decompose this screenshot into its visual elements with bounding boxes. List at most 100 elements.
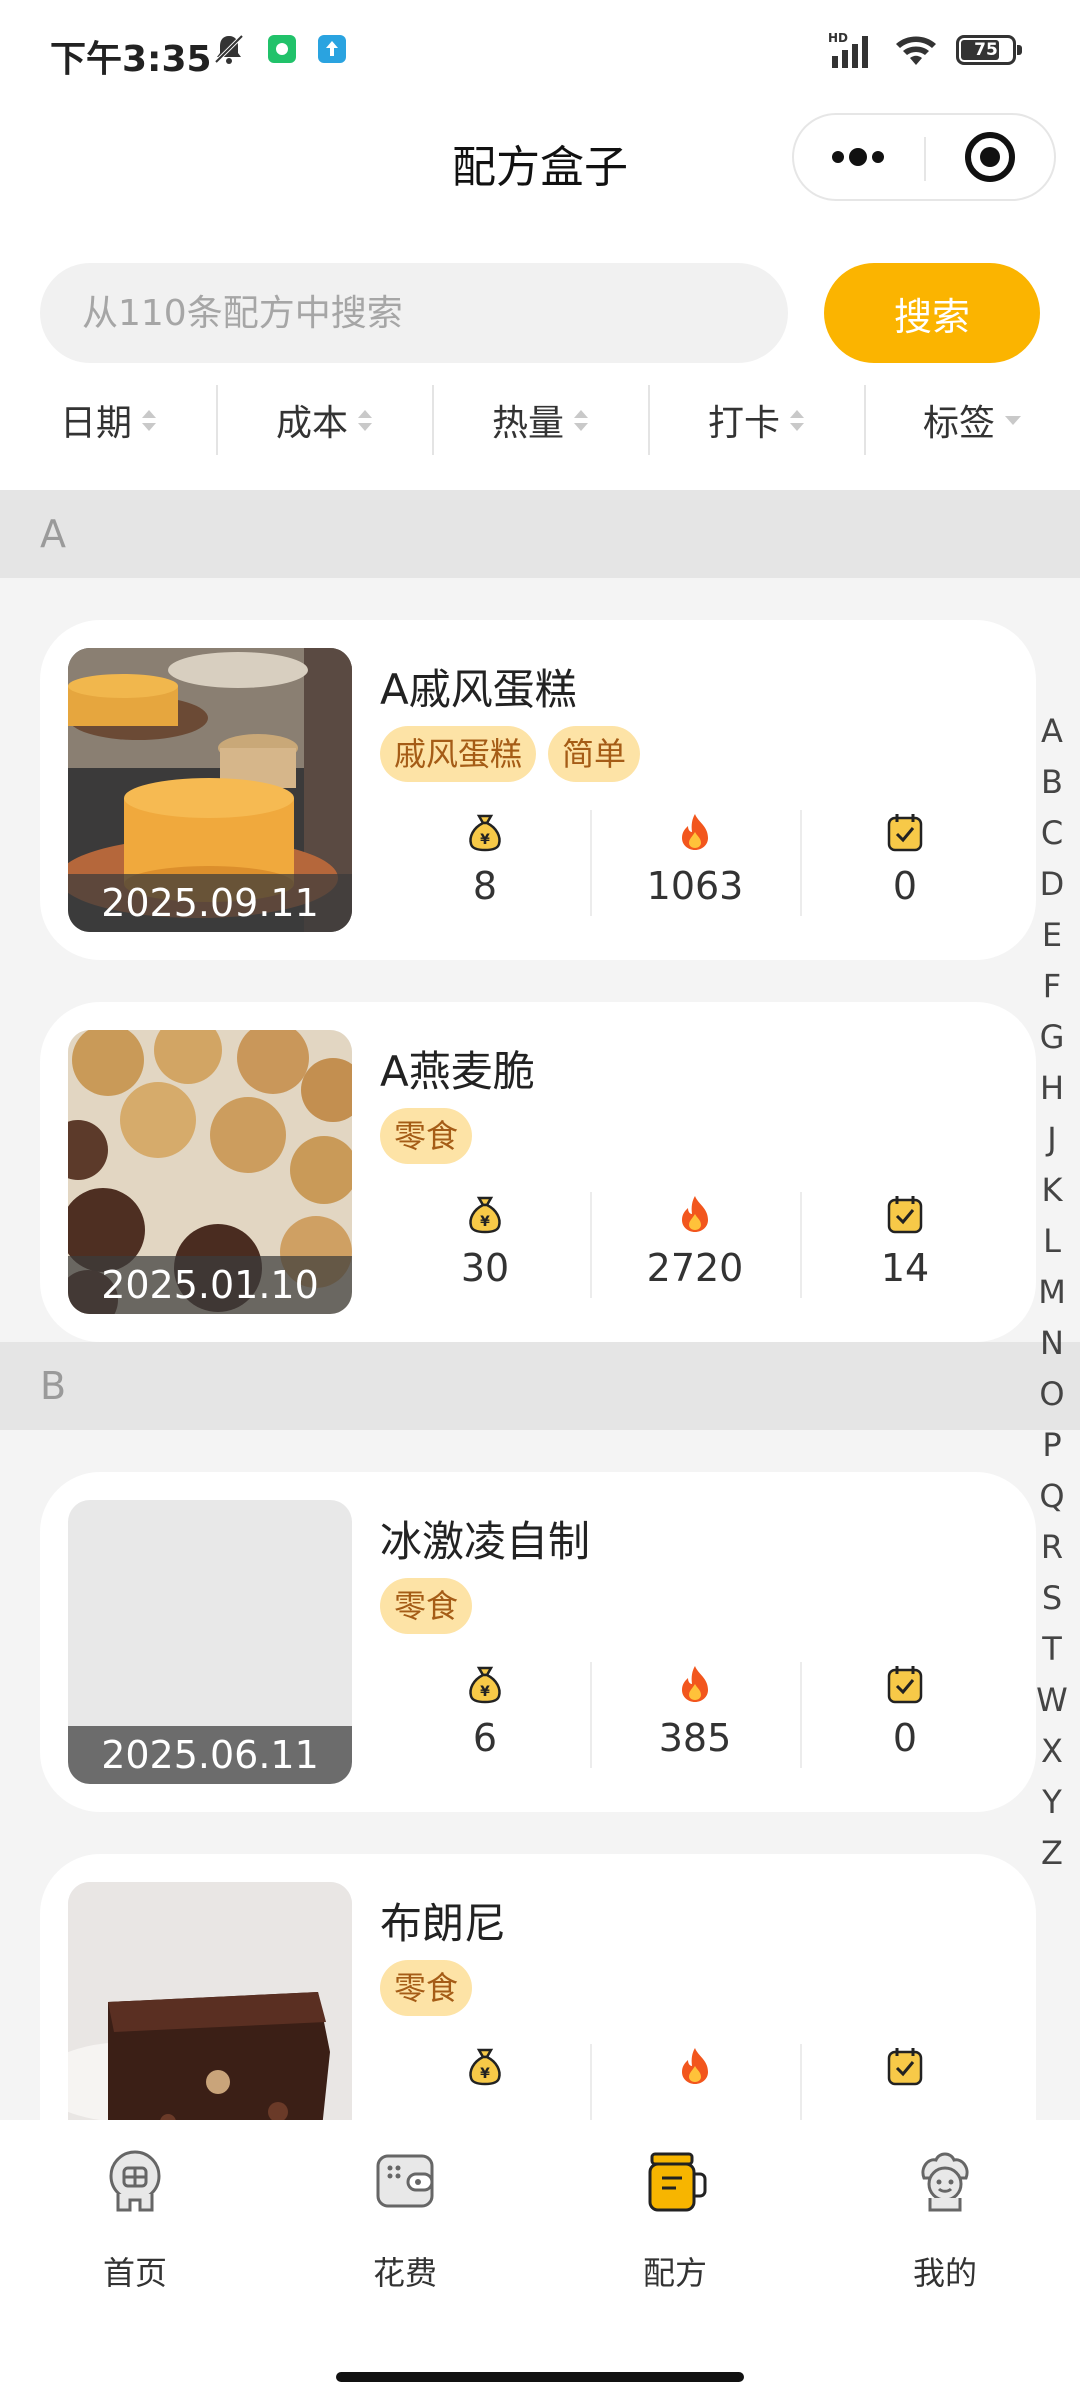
recipe-tags: 零食 [380, 1960, 473, 2016]
checkin-value: 14 [880, 1246, 930, 1290]
index-letter[interactable]: L [1030, 1216, 1074, 1267]
index-letter[interactable]: J [1030, 1114, 1074, 1165]
recipe-card[interactable]: 2025.01.10 A燕麦脆 零食 ¥ 30 2720 14 [40, 1002, 1036, 1342]
signal-icon: HD [828, 31, 868, 68]
profile-icon [921, 2152, 969, 2212]
recipe-title: 布朗尼 [380, 1899, 507, 1948]
more-options-button[interactable] [794, 115, 924, 199]
bell-off-icon [214, 34, 244, 64]
sort-label: 打卡 [707, 403, 780, 444]
calories-value: 1063 [646, 864, 744, 908]
search-button[interactable]: 搜索 [824, 263, 1040, 363]
app-notification-green-icon [268, 35, 296, 63]
svg-text:¥: ¥ [480, 1214, 490, 1230]
tab-label: 花费 [372, 2254, 437, 2292]
home-indicator[interactable] [336, 2372, 744, 2382]
recipe-thumbnail: 2025.06.11 [68, 1500, 352, 1784]
close-mini-program-button[interactable] [926, 115, 1054, 199]
index-letter[interactable]: B [1030, 757, 1074, 808]
cost-value: 30 [460, 1246, 510, 1290]
recipe-card[interactable]: 2025.09.11 A戚风蛋糕 戚风蛋糕 简单 ¥ 8 1063 0 [40, 620, 1036, 960]
index-letter[interactable]: G [1030, 1012, 1074, 1063]
checkin-stat: 0 [800, 810, 1010, 920]
navigation-header: 配方盒子 [0, 105, 1080, 235]
index-letter[interactable]: C [1030, 808, 1074, 859]
more-dots-icon [832, 148, 884, 166]
search-area: 搜索 日期 成本 热量 打卡 标签 [0, 235, 1080, 490]
svg-text:¥: ¥ [480, 832, 490, 848]
sort-by-checkins[interactable]: 打卡 [648, 385, 864, 455]
recipe-tag: 戚风蛋糕 [380, 726, 537, 782]
checkin-calendar-icon [887, 1196, 923, 1234]
tab-spending[interactable]: 花费 [270, 2146, 540, 2294]
index-letter[interactable]: P [1030, 1420, 1074, 1471]
sort-by-cost[interactable]: 成本 [216, 385, 432, 455]
section-header-a: A [0, 490, 1080, 578]
status-system-icons: HD 75 [828, 30, 1022, 70]
svg-text:HD: HD [828, 31, 848, 45]
home-icon [109, 2150, 161, 2212]
section-header-b: B [0, 1342, 1080, 1430]
sort-label: 标签 [922, 403, 995, 444]
index-letter[interactable]: S [1030, 1573, 1074, 1624]
recipe-thumbnail: 2025.09.11 [68, 648, 352, 932]
index-letter[interactable]: N [1030, 1318, 1074, 1369]
tab-home[interactable]: 首页 [0, 2146, 270, 2294]
recipe-tags: 戚风蛋糕 简单 [380, 726, 641, 782]
index-letter[interactable]: W [1030, 1675, 1074, 1726]
mini-program-capsule [792, 113, 1056, 201]
status-bar: 下午3:35 HD 75 [0, 0, 1080, 105]
sort-by-date[interactable]: 日期 [0, 385, 216, 455]
index-letter[interactable]: Z [1030, 1828, 1074, 1879]
tab-recipes[interactable]: 配方 [540, 2146, 810, 2294]
svg-text:¥: ¥ [480, 2066, 490, 2082]
battery-level-text: 75 [974, 40, 998, 60]
money-bag-icon: ¥ [469, 2048, 501, 2086]
index-letter[interactable]: Y [1030, 1777, 1074, 1828]
checkin-calendar-icon [887, 1666, 923, 1704]
money-bag-icon: ¥ [469, 1666, 501, 1704]
fire-icon [682, 2048, 708, 2084]
tab-label: 配方 [642, 2254, 707, 2292]
calories-stat: 1063 [590, 810, 800, 920]
checkin-calendar-icon [887, 814, 923, 852]
index-letter[interactable]: O [1030, 1369, 1074, 1420]
recipe-thumbnail: 2025.01.10 [68, 1030, 352, 1314]
sort-arrows-icon [142, 409, 156, 431]
cost-stat: ¥ 8 [380, 810, 590, 920]
target-circle-icon [965, 132, 1015, 182]
index-letter[interactable]: M [1030, 1267, 1074, 1318]
recipe-tag: 简单 [548, 726, 641, 782]
index-letter[interactable]: E [1030, 910, 1074, 961]
filter-by-tag[interactable]: 标签 [864, 385, 1080, 455]
sort-by-calories[interactable]: 热量 [432, 385, 648, 455]
wifi-icon [896, 36, 936, 65]
sort-label: 日期 [59, 403, 132, 444]
checkin-value: 0 [892, 1716, 918, 1760]
tab-profile[interactable]: 我的 [810, 2146, 1080, 2294]
recipe-search-input[interactable] [40, 263, 788, 363]
index-letter[interactable]: F [1030, 961, 1074, 1012]
index-letter[interactable]: T [1030, 1624, 1074, 1675]
wallet-icon [376, 2154, 434, 2208]
recipe-date: 2025.09.11 [68, 874, 352, 932]
index-letter[interactable]: H [1030, 1063, 1074, 1114]
recipe-stats: ¥ 8 1063 0 [380, 810, 1010, 920]
recipe-card[interactable]: 2025.06.11 冰激凌自制 零食 ¥ 6 385 0 [40, 1472, 1036, 1812]
fire-icon [682, 1666, 708, 1702]
recipe-title: 冰激凌自制 [380, 1517, 591, 1566]
index-letter[interactable]: D [1030, 859, 1074, 910]
index-letter[interactable]: X [1030, 1726, 1074, 1777]
recipe-stats: ¥ 30 2720 14 [380, 1192, 1010, 1302]
battery-indicator: 75 [956, 35, 1022, 65]
index-letter[interactable]: Q [1030, 1471, 1074, 1522]
dropdown-caret-icon [1005, 415, 1021, 425]
index-letter[interactable]: A [1030, 706, 1074, 757]
index-letter[interactable]: R [1030, 1522, 1074, 1573]
cost-stat: ¥ 6 [380, 1662, 590, 1772]
alphabet-index: A B C D E F G H J K L M N O P Q R S T W … [1030, 706, 1074, 1879]
recipe-date: 2025.01.10 [68, 1256, 352, 1314]
svg-text:¥: ¥ [480, 1684, 490, 1700]
index-letter[interactable]: K [1030, 1165, 1074, 1216]
app-notification-blue-icon [318, 35, 346, 63]
